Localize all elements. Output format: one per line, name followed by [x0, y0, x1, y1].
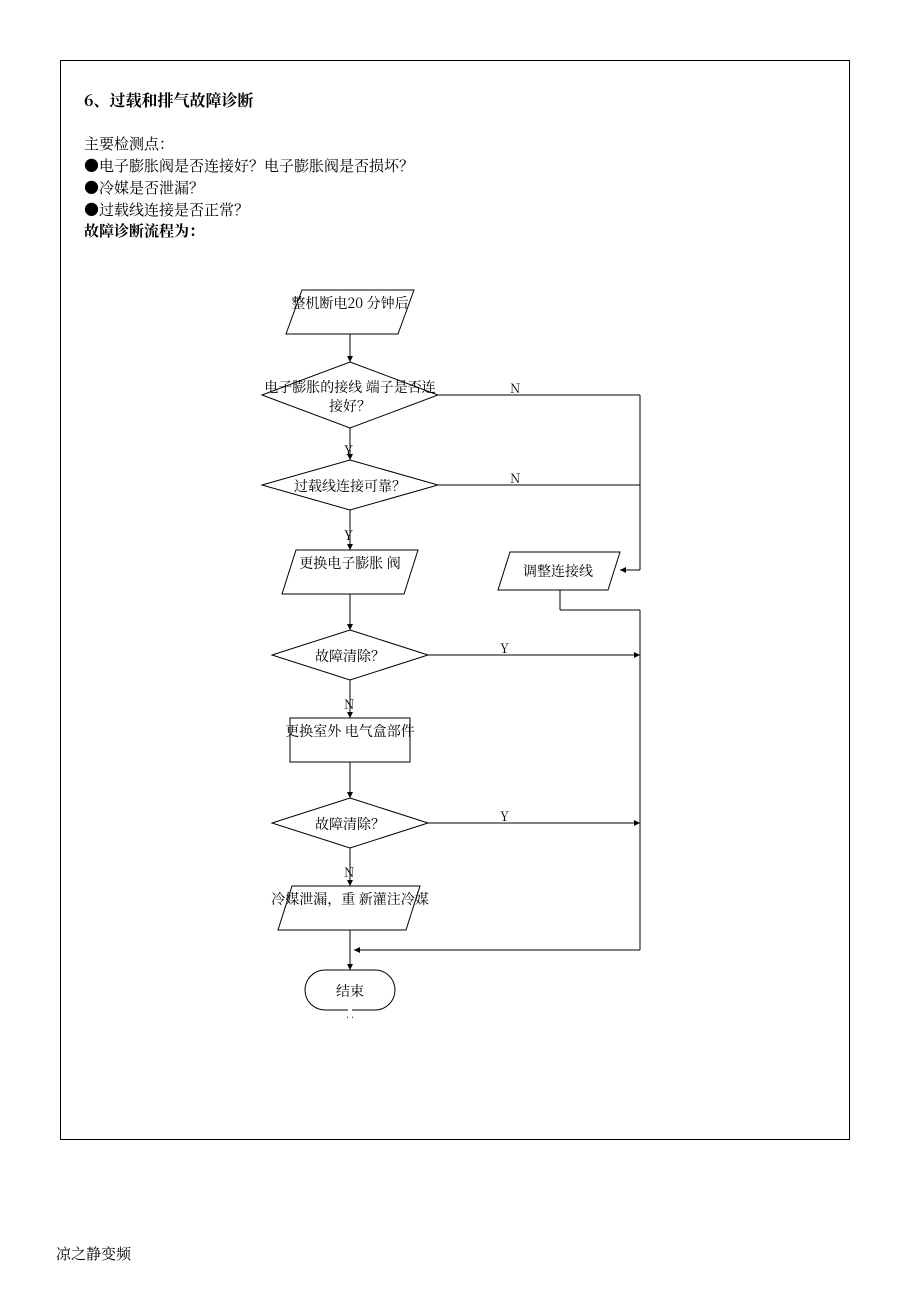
- footer-text: 凉之静变频: [56, 1243, 131, 1264]
- bullet-2: ●冷媒是否泄漏？: [84, 176, 204, 199]
- section-title: 6、过载和排气故障诊断: [84, 88, 254, 111]
- flow-heading: 故障诊断流程为：: [84, 220, 204, 241]
- page: 6、过载和排气故障诊断 主要检测点： ●电子膨胀阀是否连接好？电子膨胀阀是否损坏…: [0, 0, 920, 1302]
- bullet-3: ●过载线连接是否正常？: [84, 198, 249, 221]
- bullet-1: ●电子膨胀阀是否连接好？电子膨胀阀是否损坏？: [84, 154, 414, 177]
- intro-label: 主要检测点：: [84, 132, 174, 155]
